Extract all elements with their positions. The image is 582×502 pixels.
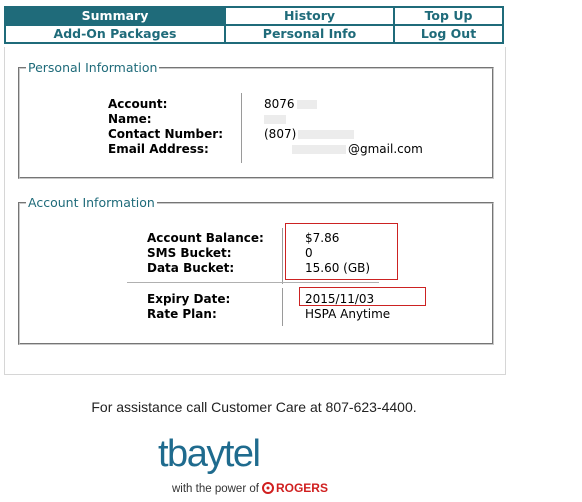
rate-plan-label: Rate Plan: [147, 307, 217, 321]
tbaytel-logo: tbaytel with the power of ROGERS [158, 432, 358, 498]
email-address-value: @gmail.com [264, 142, 423, 157]
tab-top-up[interactable]: Top Up [393, 6, 504, 26]
rate-plan-value: HSPA Anytime [305, 307, 391, 321]
rogers-swirl-icon [261, 482, 274, 494]
tab-history[interactable]: History [224, 6, 395, 26]
tab-personal-info[interactable]: Personal Info [224, 24, 395, 44]
account-value: 8076 [264, 97, 317, 112]
account-separator [127, 282, 379, 283]
account-info-group: Account Information Account Balance: SMS… [18, 195, 494, 345]
expiry-date-label: Expiry Date: [147, 292, 231, 306]
personal-divider [241, 93, 242, 163]
personal-info-legend: Personal Information [28, 60, 158, 75]
email-address-label: Email Address: [108, 142, 209, 156]
redacted-mark [296, 100, 317, 109]
sms-bucket-label: SMS Bucket: [147, 246, 232, 260]
tab-summary[interactable]: Summary [4, 6, 226, 26]
account-label: Account: [108, 97, 168, 111]
logo-tagline: with the power of ROGERS [172, 481, 328, 495]
summary-panel: Personal Information Account: Name: Cont… [4, 47, 506, 375]
data-bucket-label: Data Bucket: [147, 261, 235, 275]
assistance-text: For assistance call Customer Care at 807… [91, 399, 417, 415]
account-balance-label: Account Balance: [147, 231, 264, 245]
redacted-mark [264, 115, 286, 124]
tab-log-out[interactable]: Log Out [393, 24, 504, 44]
redacted-mark [292, 145, 346, 154]
redacted-mark [298, 130, 355, 139]
contact-number-label: Contact Number: [108, 127, 223, 141]
account-divider-top [282, 228, 283, 284]
name-label: Name: [108, 112, 152, 126]
balance-highlight-box [285, 223, 398, 280]
tab-add-on-packages[interactable]: Add-On Packages [4, 24, 226, 44]
logo-wordmark: tbaytel [158, 433, 261, 475]
personal-info-group: Personal Information Account: Name: Cont… [18, 60, 494, 179]
account-divider-bottom [282, 288, 283, 326]
name-value [264, 112, 286, 127]
account-info-legend: Account Information [28, 195, 155, 210]
main-nav: Summary History Top Up Add-On Packages P… [4, 6, 504, 44]
contact-number-value: (807) [264, 127, 355, 142]
expiry-highlight-box [299, 287, 426, 306]
